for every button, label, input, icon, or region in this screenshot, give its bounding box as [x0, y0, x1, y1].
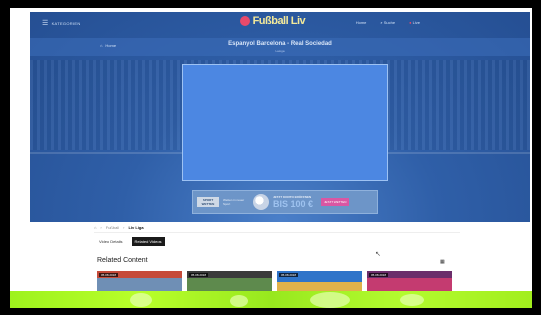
thumb-date: 05.08.2018: [99, 273, 119, 277]
match-title: Espanyol Barcelona - Real Sociedad: [228, 41, 332, 47]
thumb-date: 05.08.2018: [189, 273, 209, 277]
nav-live[interactable]: ● Live: [409, 20, 420, 25]
breadcrumb-current: LIv Liga: [128, 225, 144, 230]
tab-video-details[interactable]: Video Details: [96, 237, 126, 246]
ad-cta-button[interactable]: JETZT WETTEN: [321, 198, 350, 206]
video-tabs: Video Details Related Videos: [96, 237, 165, 246]
nav-live-label: Live: [412, 20, 420, 25]
nav-home[interactable]: Home: [356, 20, 367, 25]
logo-ball-icon: [240, 16, 250, 27]
breadcrumb-separator: ›: [123, 225, 125, 230]
logo-text: Fußball Liv: [252, 15, 306, 27]
hero-banner: ☰ KATEGORIEN Fußball Liv Home ⌕ Suche ● …: [30, 12, 530, 222]
site-logo[interactable]: Fußball Liv: [240, 15, 306, 27]
football-icon: [253, 194, 269, 210]
video-player[interactable]: [182, 64, 388, 181]
thumb-date: 05.08.2018: [369, 273, 389, 277]
ad-tagline: Wetten in neuer Sport: [223, 198, 245, 206]
home-icon[interactable]: ⌂: [94, 225, 96, 230]
overlay-blob: [310, 292, 350, 308]
breadcrumb: ⌂ › Fußball › LIv Liga: [94, 223, 460, 233]
green-overlay-band: [10, 291, 532, 308]
overlay-blob: [130, 293, 152, 307]
breadcrumb-separator: ›: [100, 225, 102, 230]
nav-search-label: Suche: [383, 20, 396, 25]
hamburger-icon: ☰: [42, 20, 49, 27]
overlay-blob: [230, 295, 248, 307]
main-nav: Home ⌕ Suche ● Live: [356, 20, 420, 25]
tab-related-videos[interactable]: Related Videos: [131, 237, 165, 246]
ad-badge: SPORT WETTEN: [197, 197, 219, 207]
nav-search[interactable]: ⌕ Suche: [380, 20, 395, 25]
browser-viewport: ☰ KATEGORIEN Fußball Liv Home ⌕ Suche ● …: [10, 8, 532, 308]
ad-bonus: BIS 100 €: [273, 199, 314, 209]
categories-menu[interactable]: ☰ KATEGORIEN: [42, 19, 81, 27]
betting-ad-banner[interactable]: SPORT WETTEN Wetten in neuer Sport JETZT…: [192, 190, 378, 214]
related-content-heading: Related Content: [97, 257, 148, 264]
breadcrumb-item[interactable]: Fußball: [106, 225, 119, 230]
ad-headline-block: JETZT KONTO ERÖFFNEN BIS 100 €: [273, 195, 313, 209]
match-league: LaLiga: [275, 49, 285, 53]
live-dot-icon: ●: [409, 20, 412, 25]
thumb-date: 05.08.2018: [279, 273, 299, 277]
grid-view-icon[interactable]: ▦: [440, 259, 445, 265]
overlay-blob: [400, 294, 424, 306]
mouse-cursor-icon: ↖: [375, 251, 381, 258]
categories-label: KATEGORIEN: [51, 20, 81, 26]
